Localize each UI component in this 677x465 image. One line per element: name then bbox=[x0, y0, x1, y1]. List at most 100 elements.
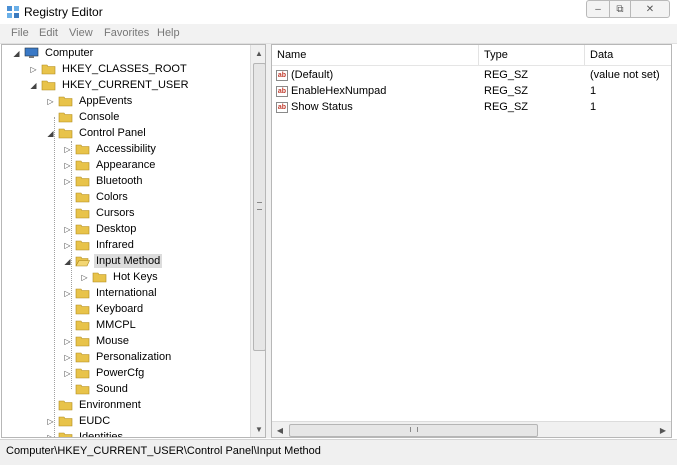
expand-arrow-icon[interactable]: ▷ bbox=[63, 337, 72, 346]
scroll-down-icon[interactable]: ▼ bbox=[251, 421, 265, 437]
tree-node-infrared[interactable]: ▷ Infrared bbox=[63, 237, 136, 253]
title-bar: Registry Editor ‒ ⧉ ✕ bbox=[0, 0, 677, 24]
expand-arrow-icon[interactable]: ▷ bbox=[63, 289, 72, 298]
folder-icon bbox=[75, 352, 90, 363]
tree-label: International bbox=[96, 287, 157, 299]
folder-icon bbox=[75, 160, 90, 171]
tree-node-powercfg[interactable]: ▷ PowerCfg bbox=[63, 365, 146, 381]
expand-arrow-icon[interactable]: ▷ bbox=[29, 65, 38, 74]
folder-icon bbox=[58, 96, 73, 107]
folder-icon bbox=[41, 80, 56, 91]
menu-file[interactable]: File bbox=[11, 27, 29, 39]
value-type: REG_SZ bbox=[484, 69, 529, 81]
tree-node-personalization[interactable]: ▷ Personalization bbox=[63, 349, 173, 365]
tree-node-mouse[interactable]: ▷ Mouse bbox=[63, 333, 131, 349]
column-header-type[interactable]: Type bbox=[479, 45, 585, 65]
tree-node-input-method[interactable]: ◢ Input Method bbox=[63, 253, 163, 269]
folder-icon bbox=[75, 288, 90, 299]
tree-vertical-scrollbar[interactable]: ▲ ▼ bbox=[250, 45, 265, 437]
close-button[interactable]: ✕ bbox=[630, 0, 670, 18]
tree-label: Computer bbox=[45, 47, 94, 59]
grip-icon bbox=[257, 202, 262, 210]
tree-node-keyboard[interactable]: Keyboard bbox=[63, 301, 145, 317]
expand-arrow-icon[interactable]: ▷ bbox=[63, 161, 72, 170]
tree-label: Hot Keys bbox=[113, 271, 158, 283]
collapse-arrow-icon[interactable]: ◢ bbox=[29, 81, 38, 90]
expand-arrow-icon[interactable]: ▷ bbox=[46, 433, 55, 438]
scroll-left-icon[interactable]: ◀ bbox=[272, 422, 288, 437]
folder-icon bbox=[75, 304, 90, 315]
table-row[interactable]: ab Show Status REG_SZ 1 bbox=[272, 99, 671, 115]
restore-icon: ⧉ bbox=[616, 3, 624, 15]
tree-node-appevents[interactable]: ▷ AppEvents bbox=[46, 93, 134, 109]
tree-label: Appearance bbox=[96, 159, 156, 171]
tree-label: Accessibility bbox=[96, 143, 156, 155]
scroll-up-icon[interactable]: ▲ bbox=[251, 45, 265, 61]
scroll-thumb[interactable] bbox=[289, 424, 538, 437]
tree-label: Mouse bbox=[96, 335, 130, 347]
folder-icon bbox=[75, 192, 90, 203]
maximize-button[interactable]: ⧉ bbox=[609, 0, 631, 18]
string-value-icon: ab bbox=[276, 85, 288, 97]
expand-arrow-icon[interactable]: ▷ bbox=[80, 273, 89, 282]
tree-label: Cursors bbox=[96, 207, 135, 219]
tree-node-console[interactable]: Console bbox=[46, 109, 121, 125]
table-row[interactable]: ab (Default) REG_SZ (value not set) bbox=[272, 67, 671, 83]
value-name: Show Status bbox=[291, 101, 353, 113]
grip-icon bbox=[410, 427, 418, 432]
value-name: EnableHexNumpad bbox=[291, 85, 387, 97]
tree-node-identities[interactable]: ▷ Identities bbox=[46, 429, 125, 438]
tree-node-hkcr[interactable]: ▷ HKEY_CLASSES_ROOT bbox=[29, 61, 189, 77]
collapse-arrow-icon[interactable]: ◢ bbox=[46, 129, 55, 138]
folder-icon bbox=[58, 400, 73, 411]
tree-node-cursors[interactable]: Cursors bbox=[63, 205, 137, 221]
menu-favorites[interactable]: Favorites bbox=[104, 27, 149, 39]
value-data: 1 bbox=[590, 101, 597, 113]
menu-help[interactable]: Help bbox=[157, 27, 180, 39]
tree-node-hkcu[interactable]: ◢ HKEY_CURRENT_USER bbox=[29, 77, 191, 93]
tree-node-bluetooth[interactable]: ▷ Bluetooth bbox=[63, 173, 144, 189]
tree-node-international[interactable]: ▷ International bbox=[63, 285, 159, 301]
scroll-right-icon[interactable]: ▶ bbox=[655, 422, 671, 437]
column-header-data[interactable]: Data bbox=[585, 45, 671, 65]
expand-arrow-icon[interactable]: ▷ bbox=[63, 225, 72, 234]
expand-arrow-icon[interactable]: ▷ bbox=[63, 369, 72, 378]
collapse-arrow-icon[interactable]: ◢ bbox=[63, 257, 72, 266]
tree-label: Identities bbox=[79, 431, 124, 438]
folder-icon bbox=[41, 64, 56, 75]
tree-node-control-panel[interactable]: ◢ Control Panel bbox=[46, 125, 148, 141]
expand-arrow-icon[interactable]: ▷ bbox=[63, 241, 72, 250]
folder-icon bbox=[75, 336, 90, 347]
tree-node-hot-keys[interactable]: ▷ Hot Keys bbox=[80, 269, 160, 285]
computer-icon bbox=[24, 47, 39, 58]
expand-arrow-icon[interactable]: ▷ bbox=[46, 417, 55, 426]
tree-node-sound[interactable]: Sound bbox=[63, 381, 130, 397]
tree-label: PowerCfg bbox=[96, 367, 145, 379]
tree-node-eudc[interactable]: ▷ EUDC bbox=[46, 413, 112, 429]
expand-arrow-icon[interactable]: ▷ bbox=[63, 145, 72, 154]
tree-node-appearance[interactable]: ▷ Appearance bbox=[63, 157, 157, 173]
tree-node-accessibility[interactable]: ▷ Accessibility bbox=[63, 141, 158, 157]
expand-arrow-icon[interactable]: ▷ bbox=[63, 177, 72, 186]
tree-node-colors[interactable]: Colors bbox=[63, 189, 130, 205]
column-header-name[interactable]: Name bbox=[272, 45, 479, 65]
tree-label: Console bbox=[79, 111, 120, 123]
tree-node-desktop[interactable]: ▷ Desktop bbox=[63, 221, 138, 237]
registry-editor-window: Registry Editor ‒ ⧉ ✕ File Edit View Fav… bbox=[0, 0, 677, 465]
tree-node-environment[interactable]: Environment bbox=[46, 397, 143, 413]
menu-edit[interactable]: Edit bbox=[39, 27, 58, 39]
folder-icon bbox=[75, 384, 90, 395]
menu-view[interactable]: View bbox=[69, 27, 93, 39]
scroll-thumb[interactable] bbox=[253, 63, 265, 351]
tree-node-mmcpl[interactable]: MMCPL bbox=[63, 317, 138, 333]
table-row[interactable]: ab EnableHexNumpad REG_SZ 1 bbox=[272, 83, 671, 99]
tree-node-computer[interactable]: ◢ Computer bbox=[12, 45, 95, 61]
minimize-button[interactable]: ‒ bbox=[586, 0, 610, 18]
folder-icon bbox=[92, 272, 107, 283]
value-data: (value not set) bbox=[590, 69, 660, 81]
collapse-arrow-icon[interactable]: ◢ bbox=[12, 49, 21, 58]
expand-arrow-icon[interactable]: ▷ bbox=[46, 97, 55, 106]
list-horizontal-scrollbar[interactable]: ◀ ▶ bbox=[272, 421, 671, 437]
status-bar: Computer\HKEY_CURRENT_USER\Control Panel… bbox=[0, 439, 677, 465]
expand-arrow-icon[interactable]: ▷ bbox=[63, 353, 72, 362]
